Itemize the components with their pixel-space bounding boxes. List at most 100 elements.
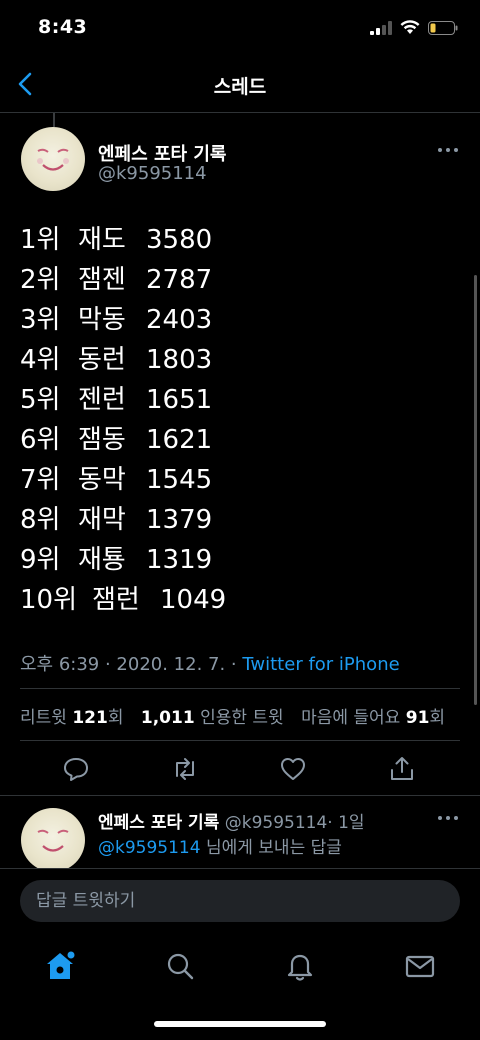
tab-home[interactable] [43, 949, 77, 983]
like-icon [281, 758, 305, 780]
likes-stat[interactable]: 마음에 들어요 91회 [301, 708, 445, 728]
ranking-name: 재도 [78, 225, 126, 255]
reply-compose-input[interactable]: 답글 트윗하기 [20, 880, 460, 922]
likes-unit: 회 [429, 708, 446, 728]
reply-author-name: 엔페스 포타 기록 [98, 813, 220, 833]
ranking-score: 1319 [146, 545, 213, 575]
reply-time: · 1일 [327, 813, 365, 833]
ranking-row: 9위 재툥 1319 [20, 540, 226, 580]
status-icons [370, 20, 458, 35]
reply-header[interactable]: 엔페스 포타 기록 @k9595114· 1일 [98, 808, 365, 833]
avatar-face-image [37, 148, 69, 171]
ranking-name: 재툥 [78, 545, 126, 575]
tab-notifications[interactable] [283, 949, 317, 983]
scrollbar[interactable] [474, 275, 477, 705]
ranking-name: 젠런 [78, 385, 126, 415]
retweets-count: 121 [72, 708, 108, 728]
quotes-stat[interactable]: 1,011 인용한 트윗 [141, 708, 284, 728]
ranking-name: 잼젠 [78, 265, 126, 295]
reply-author-handle: @k9595114 [224, 813, 328, 833]
avatar-face-image [37, 829, 69, 852]
status-time: 8:43 [38, 16, 88, 38]
reply-mention-link[interactable]: @k9595114 [98, 838, 201, 858]
more-button[interactable] [438, 147, 460, 153]
home-icon [47, 951, 75, 979]
wifi-icon [400, 20, 420, 34]
battery-icon [428, 20, 458, 35]
ranking-rank: 9위 [20, 545, 61, 575]
quotes-label: 인용한 트윗 [200, 708, 284, 728]
share-icon [391, 757, 413, 780]
messages-icon [405, 955, 435, 978]
ranking-row: 5위 젠런 1651 [20, 380, 226, 420]
ranking-score: 1803 [146, 345, 213, 375]
replying-to-suffix: 님에게 보내는 답글 [205, 838, 342, 858]
ranking-rank: 2위 [20, 265, 61, 295]
ranking-rank: 4위 [20, 345, 61, 375]
ranking-row: 3위 막동 2403 [20, 300, 226, 340]
ranking-name: 잼동 [78, 425, 126, 455]
search-icon [167, 953, 194, 980]
signal-icon [370, 20, 392, 35]
ranking-score: 1545 [146, 465, 213, 495]
retweets-unit: 회 [107, 708, 124, 728]
nav-bar: 스레드 [0, 56, 480, 113]
ranking-rank: 8위 [20, 505, 61, 535]
thread-connector [53, 113, 55, 127]
ranking-score: 1379 [146, 505, 213, 535]
ranking-row: 1위 재도 3580 [20, 220, 226, 260]
divider [0, 795, 480, 796]
like-button[interactable] [278, 754, 308, 784]
ranking-score: 1621 [146, 425, 213, 455]
ranking-row: 6위 잼동 1621 [20, 420, 226, 460]
quotes-count: 1,011 [140, 708, 195, 728]
retweets-stat[interactable]: 리트윗 121회 [20, 708, 123, 728]
replying-to: @k9595114 님에게 보내는 답글 [98, 833, 342, 858]
ranking-row: 7위 동막 1545 [20, 460, 226, 500]
divider [20, 740, 460, 741]
tweet-actions [0, 750, 480, 790]
tweet-text: 1위 재도 3580 2위 잼젠 2787 3위 막동 2403 4위 동런 1803 5위 젠런 1651… [20, 220, 226, 620]
ranking-score: 1049 [160, 585, 227, 615]
ranking-row: 4위 동런 1803 [20, 340, 226, 380]
retweets-label: 리트윗 [20, 708, 67, 728]
reply-more-button[interactable] [438, 815, 460, 821]
tab-messages[interactable] [403, 949, 437, 983]
author-handle[interactable]: @k9595114 [98, 163, 207, 184]
ranking-row: 10위 잼런 1049 [20, 580, 226, 620]
ranking-rank: 1위 [20, 225, 61, 255]
tweet-source-link[interactable]: Twitter for iPhone [242, 654, 399, 675]
ranking-name: 잼런 [92, 585, 140, 615]
reply-avatar[interactable] [21, 808, 85, 872]
ranking-rank: 5위 [20, 385, 61, 415]
tweet-stats: 리트윗 121회 1,011 인용한 트윗 마음에 들어요 91회 [20, 703, 457, 728]
ranking-rank: 3위 [20, 305, 61, 335]
tab-bar [0, 949, 480, 999]
page-title: 스레드 [213, 76, 267, 98]
tweet-timestamp: 오후 6:39 · 2020. 12. 7. · [20, 654, 237, 675]
retweet-button[interactable] [170, 754, 200, 784]
ranking-row: 8위 재막 1379 [20, 500, 226, 540]
tab-search[interactable] [163, 949, 197, 983]
ranking-score: 3580 [146, 225, 213, 255]
ranking-score: 2787 [146, 265, 213, 295]
ranking-name: 재막 [78, 505, 126, 535]
likes-label: 마음에 들어요 [301, 708, 401, 728]
ranking-score: 1651 [146, 385, 213, 415]
retweet-icon [176, 758, 194, 780]
share-button[interactable] [387, 754, 417, 784]
ranking-rank: 7위 [20, 465, 61, 495]
ranking-rank: 10위 [20, 585, 78, 615]
ranking-score: 2403 [146, 305, 213, 335]
ranking-rank: 6위 [20, 425, 61, 455]
avatar[interactable] [21, 127, 85, 191]
reply-button[interactable] [61, 754, 91, 784]
notifications-icon [287, 954, 313, 981]
divider [20, 688, 460, 689]
home-indicator [154, 1021, 326, 1027]
likes-count: 91 [405, 708, 430, 728]
bottom-panel: 답글 트윗하기 [0, 868, 480, 1040]
ranking-row: 2위 잼젠 2787 [20, 260, 226, 300]
ranking-name: 동런 [78, 345, 126, 375]
tweet-meta: 오후 6:39 · 2020. 12. 7. · Twitter for iPh… [20, 650, 400, 676]
